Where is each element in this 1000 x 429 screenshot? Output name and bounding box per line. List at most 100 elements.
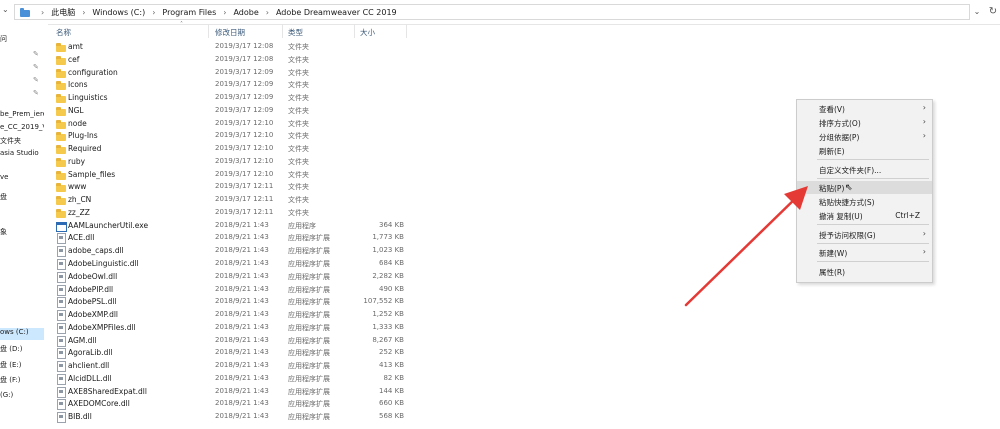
nav-item-drive-f[interactable]: 盘 (F:) — [0, 375, 44, 387]
breadcrumb-windows-c[interactable]: Windows (C:) — [92, 8, 145, 17]
table-row[interactable]: AdobePSL.dll 2018/9/21 1:43 应用程序扩展 107,552 … — [48, 296, 408, 309]
folder-icon — [56, 55, 66, 65]
nav-item-windows-c[interactable]: ows (C:) — [0, 328, 44, 340]
file-type: 应用程序扩展 — [288, 336, 330, 345]
nav-item-studio[interactable]: asia Studio — [0, 149, 44, 161]
dll-file-icon — [56, 322, 66, 334]
file-size: 252 KB — [379, 348, 404, 357]
file-date: 2018/9/21 1:43 — [215, 284, 269, 293]
nav-item-drive-d[interactable]: 盘 (D:) — [0, 344, 44, 356]
column-size[interactable]: 大小 — [360, 27, 375, 38]
breadcrumb-dreamweaver[interactable]: Adobe Dreamweaver CC 2019 — [276, 8, 397, 17]
menu-item-view[interactable]: 查看(V) › — [797, 102, 932, 115]
table-row[interactable]: Linguistics 2019/3/17 12:09 文件夹 — [48, 92, 408, 105]
folder-icon — [56, 94, 66, 104]
table-row[interactable]: Sample_files 2019/3/17 12:10 文件夹 — [48, 169, 408, 182]
table-row[interactable]: Plug-Ins 2019/3/17 12:10 文件夹 — [48, 130, 408, 143]
file-type: 应用程序扩展 — [288, 285, 330, 294]
column-header: ˄ 名称 修改日期 类型 大小 — [48, 21, 408, 40]
table-row[interactable]: BIB.dll 2018/9/21 1:43 应用程序扩展 568 KB — [48, 411, 408, 424]
chevron-right-icon[interactable]: › — [82, 8, 85, 17]
file-size: 1,252 KB — [372, 310, 404, 319]
chevron-right-icon[interactable]: › — [266, 8, 269, 17]
dll-file-icon — [56, 259, 66, 271]
table-row[interactable]: zh_CN 2019/3/17 12:11 文件夹 — [48, 194, 408, 207]
folder-icon — [56, 81, 66, 91]
chevron-right-icon[interactable]: › — [152, 8, 155, 17]
nav-item-folder[interactable]: 文件夹 — [0, 136, 44, 148]
nav-item-cc2019[interactable]: e_CC_2019_V — [0, 123, 44, 135]
table-row[interactable]: amt 2019/3/17 12:08 文件夹 — [48, 41, 408, 54]
file-name: AXEDOMCore.dll — [68, 399, 130, 409]
breadcrumb-adobe[interactable]: Adobe — [233, 8, 258, 17]
table-row[interactable]: zz_ZZ 2019/3/17 12:11 文件夹 — [48, 207, 408, 220]
chevron-right-icon[interactable]: › — [41, 8, 44, 17]
file-date: 2019/3/17 12:09 — [215, 80, 274, 89]
file-date: 2018/9/21 1:43 — [215, 386, 269, 395]
dll-file-icon — [56, 284, 66, 296]
table-row[interactable]: AdobeXMPFiles.dll 2018/9/21 1:43 应用程序扩展 1,3… — [48, 322, 408, 335]
column-divider[interactable] — [406, 24, 407, 38]
menu-item-sort-by[interactable]: 排序方式(O) › — [797, 116, 932, 129]
table-row[interactable]: adobe_caps.dll 2018/9/21 1:43 应用程序扩展 1,023 … — [48, 245, 408, 258]
file-name: AGM.dll — [68, 335, 97, 345]
table-row[interactable]: AgoraLib.dll 2018/9/21 1:43 应用程序扩展 252 KB — [48, 347, 408, 360]
table-row[interactable]: ruby 2019/3/17 12:10 文件夹 — [48, 156, 408, 169]
table-row[interactable]: www 2019/3/17 12:11 文件夹 — [48, 181, 408, 194]
dll-file-icon — [56, 373, 66, 385]
folder-icon — [56, 106, 66, 116]
table-row[interactable]: ACE.dll 2018/9/21 1:43 应用程序扩展 1,773 KB — [48, 232, 408, 245]
column-divider[interactable] — [208, 24, 209, 38]
menu-item-customize-folder[interactable]: 自定义文件夹(F)... — [797, 163, 932, 176]
table-row[interactable]: AdobeLinguistic.dll 2018/9/21 1:43 应用程序扩展 6… — [48, 258, 408, 271]
chevron-down-icon[interactable]: ⌄ — [970, 4, 984, 18]
table-row[interactable]: ahclient.dll 2018/9/21 1:43 应用程序扩展 413 KB — [48, 360, 408, 373]
column-type[interactable]: 类型 — [288, 27, 303, 38]
chevron-right-icon[interactable]: › — [223, 8, 226, 17]
column-date[interactable]: 修改日期 — [215, 27, 245, 38]
nav-item-drive[interactable]: ve — [0, 173, 44, 185]
table-row[interactable]: AdobeOwl.dll 2018/9/21 1:43 应用程序扩展 2,282 KB — [48, 271, 408, 284]
file-name: NGL — [68, 105, 84, 115]
table-row[interactable]: AlcidDLL.dll 2018/9/21 1:43 应用程序扩展 82 KB — [48, 373, 408, 386]
file-type: 应用程序 — [288, 221, 316, 230]
address-bar: ⌄ › 此电脑 › Windows (C:) › Program Files ›… — [0, 0, 1000, 25]
table-row[interactable]: AXE8SharedExpat.dll 2018/9/21 1:43 应用程序扩展 1… — [48, 386, 408, 399]
table-row[interactable]: cef 2019/3/17 12:08 文件夹 — [48, 54, 408, 67]
refresh-icon[interactable]: ↻ — [986, 4, 1000, 18]
nav-item[interactable] — [0, 209, 44, 221]
table-row[interactable]: AdobeXMP.dll 2018/9/21 1:43 应用程序扩展 1,252 KB — [48, 309, 408, 322]
column-name[interactable]: 名称 — [56, 27, 71, 38]
table-row[interactable]: AAMLauncherUtil.exe 2018/9/21 1:43 应用程序 364… — [48, 220, 408, 233]
file-list: amt 2019/3/17 12:08 文件夹 cef 2019/3/17 12:08 文… — [48, 41, 408, 424]
table-row[interactable]: AGM.dll 2018/9/21 1:43 应用程序扩展 8,267 KB — [48, 335, 408, 348]
file-type: 文件夹 — [288, 106, 309, 115]
chevron-down-icon[interactable]: ⌄ — [2, 5, 9, 14]
address-field[interactable]: › 此电脑 › Windows (C:) › Program Files › A… — [14, 4, 970, 20]
app-icon — [56, 221, 67, 232]
table-row[interactable]: Icons 2019/3/17 12:09 文件夹 — [48, 79, 408, 92]
file-size: 144 KB — [379, 386, 404, 395]
table-row[interactable]: NGL 2019/3/17 12:09 文件夹 — [48, 105, 408, 118]
file-name: Linguistics — [68, 93, 108, 103]
chevron-up-icon[interactable]: ˄ — [180, 21, 183, 28]
table-row[interactable]: AdobePIP.dll 2018/9/21 1:43 应用程序扩展 490 KB — [48, 284, 408, 297]
nav-item-quick-access[interactable]: 问 — [0, 34, 44, 46]
nav-item-drive-e[interactable]: 盘 (E:) — [0, 360, 44, 372]
nav-item-drive[interactable]: 盘 — [0, 192, 44, 204]
table-row[interactable]: AXEDOMCore.dll 2018/9/21 1:43 应用程序扩展 660 KB — [48, 398, 408, 411]
nav-item-drive-g[interactable]: (G:) — [0, 391, 44, 403]
breadcrumb-program-files[interactable]: Program Files — [162, 8, 216, 17]
column-divider[interactable] — [354, 24, 355, 38]
nav-item-objects[interactable]: 象 — [0, 227, 44, 239]
file-date: 2018/9/21 1:43 — [215, 310, 269, 319]
table-row[interactable]: Required 2019/3/17 12:10 文件夹 — [48, 143, 408, 156]
nav-item-premiere[interactable]: be_Prem_iere — [0, 110, 44, 122]
table-row[interactable]: node 2019/3/17 12:10 文件夹 — [48, 118, 408, 131]
table-row[interactable]: configuration 2019/3/17 12:09 文件夹 — [48, 67, 408, 80]
breadcrumb-this-pc[interactable]: 此电脑 — [51, 7, 75, 18]
menu-item-refresh[interactable]: 刷新(E) — [797, 144, 932, 157]
file-type: 文件夹 — [288, 43, 309, 51]
menu-item-group-by[interactable]: 分组依据(P) › — [797, 130, 932, 143]
column-divider[interactable] — [282, 24, 283, 38]
